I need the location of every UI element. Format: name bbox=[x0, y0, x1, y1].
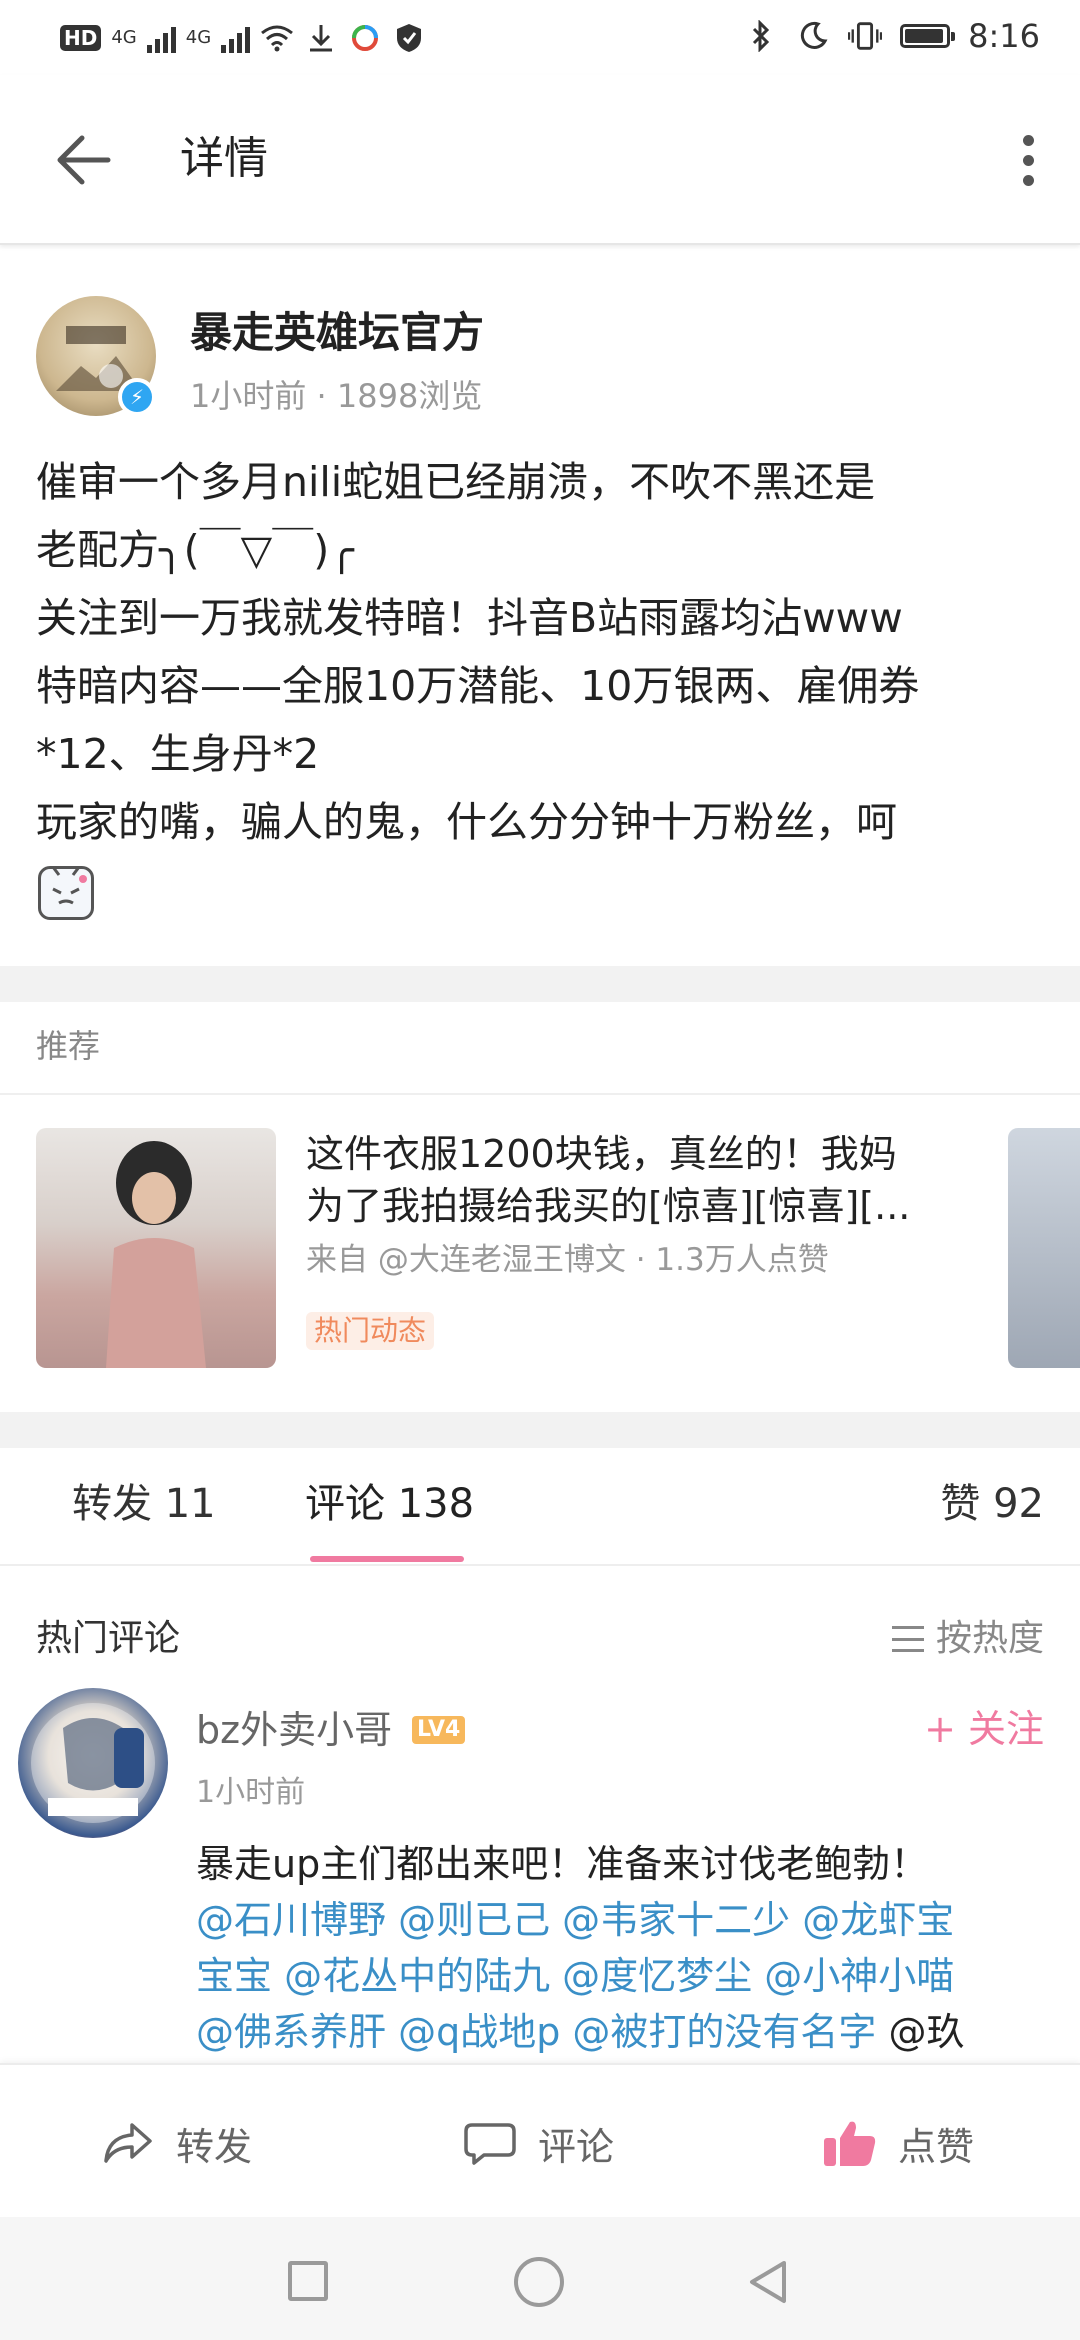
post-line: 玩家的嘴，骗人的鬼，什么分分钟十万粉丝，呵 bbox=[36, 798, 897, 846]
vibrate-icon bbox=[848, 19, 883, 53]
status-left: HD 4G 4G bbox=[60, 18, 426, 58]
post-line: 老配方╮(￣▽￣)╭ bbox=[36, 526, 354, 574]
repost-button[interactable]: 转发 bbox=[100, 2113, 252, 2173]
more-button[interactable] bbox=[998, 120, 1058, 200]
clock: 8:16 bbox=[968, 17, 1040, 55]
status-bar: HD 4G 4G 8:16 bbox=[0, 0, 1080, 75]
comment-content: 暴走up主们都出来吧！准备来讨伐老鲍勃！ @石川博野 @则已己 @韦家十二少 @… bbox=[196, 1836, 1056, 2060]
share-arrow-icon bbox=[104, 2123, 152, 2163]
recommend-thumbnail[interactable] bbox=[36, 1128, 276, 1368]
comment-line-tail: @玖 bbox=[876, 2010, 965, 2054]
divider bbox=[0, 1564, 1080, 1566]
sort-button[interactable]: 按热度 bbox=[891, 1614, 1044, 1664]
post-line: *12、生身丹*2 bbox=[36, 730, 320, 778]
comment-mentions-row: @佛系养肝 @q战地p @被打的没有名字 @玖 bbox=[196, 2004, 1056, 2060]
bluetooth-icon bbox=[744, 19, 778, 53]
post-content: 催审一个多月nili蛇姐已经崩溃，不吹不黑还是 老配方╮(￣▽￣)╭ 关注到一万… bbox=[36, 448, 1046, 856]
post-line: 催审一个多月nili蛇姐已经崩溃，不吹不黑还是 bbox=[36, 458, 876, 506]
signal-icon bbox=[146, 23, 176, 53]
tab-comment[interactable]: 评论 138 bbox=[305, 1476, 474, 1532]
action-bar: 转发 评论 点赞 bbox=[0, 2063, 1080, 2219]
section-gap bbox=[0, 966, 1080, 1002]
recent-apps-icon[interactable] bbox=[288, 2261, 328, 2301]
more-vertical-icon bbox=[1022, 134, 1034, 146]
thumbnail-art bbox=[106, 1141, 206, 1368]
page-title: 详情 bbox=[180, 133, 268, 184]
moon-icon bbox=[796, 19, 830, 53]
comment-time: 1小时前 bbox=[196, 1775, 306, 1810]
hot-comments-title: 热门评论 bbox=[36, 1618, 181, 1659]
author-name[interactable]: 暴走英雄坛官方 bbox=[190, 306, 484, 360]
like-button[interactable]: 点赞 bbox=[822, 2113, 974, 2173]
download-icon bbox=[304, 21, 338, 55]
app-colorful-icon bbox=[348, 21, 382, 55]
recommend-item-title-2[interactable]: 为了我拍摄给我买的[惊喜][惊喜][... bbox=[306, 1180, 910, 1232]
thumbs-up-icon bbox=[824, 2121, 876, 2166]
follow-button[interactable]: + 关注 bbox=[924, 1702, 1044, 1756]
active-tab-indicator bbox=[310, 1556, 464, 1562]
menu-lines-icon bbox=[891, 1626, 924, 1652]
recommend-thumbnail-next[interactable] bbox=[1008, 1128, 1080, 1368]
title-bar: 详情 bbox=[0, 75, 1080, 245]
shield-icon bbox=[392, 21, 426, 55]
level-badge: LV4 bbox=[412, 1716, 466, 1744]
comment-label: 评论 bbox=[538, 2124, 615, 2169]
repost-label: 转发 bbox=[176, 2124, 253, 2169]
battery-icon bbox=[900, 24, 956, 48]
comment-line: 暴走up主们都出来吧！准备来讨伐老鲍勃！ bbox=[196, 1842, 929, 1886]
home-icon[interactable] bbox=[514, 2257, 564, 2307]
comment-mentions[interactable]: @石川博野 @则已己 @韦家十二少 @龙虾宝 bbox=[196, 1892, 1056, 1948]
nav-back-icon[interactable] bbox=[744, 2257, 794, 2307]
commenter-name[interactable]: bz外卖小哥 bbox=[196, 1704, 392, 1756]
sort-label: 按热度 bbox=[935, 1618, 1044, 1659]
signal-icon-2 bbox=[221, 23, 251, 53]
arrow-left-icon bbox=[57, 135, 111, 185]
emoji-sticker-icon bbox=[38, 866, 94, 920]
comment-mentions[interactable]: 宝宝 @花丛中的陆九 @度忆梦尘 @小神小喵 bbox=[196, 1948, 1056, 2004]
system-nav-bar bbox=[0, 2217, 1080, 2340]
post-line: 特暗内容——全服10万潜能、10万银两、雇佣券 bbox=[36, 662, 920, 710]
back-button[interactable] bbox=[50, 125, 120, 195]
commenter-avatar-art bbox=[31, 1703, 155, 1823]
recommend-title: 推荐 bbox=[36, 1027, 101, 1065]
comment-button[interactable]: 评论 bbox=[462, 2113, 614, 2173]
comment-bubble-icon bbox=[464, 2123, 516, 2165]
recommend-item-source: 来自 @大连老湿王博文 · 1.3万人点赞 bbox=[306, 1242, 829, 1278]
verified-badge-icon: ⚡ bbox=[118, 378, 156, 416]
wifi-icon bbox=[260, 21, 294, 55]
commenter-avatar[interactable] bbox=[18, 1688, 168, 1838]
like-label: 点赞 bbox=[898, 2124, 975, 2169]
status-right: 8:16 bbox=[744, 14, 1040, 58]
post-meta: 1小时前 · 1898浏览 bbox=[190, 377, 483, 415]
section-gap bbox=[0, 1412, 1080, 1448]
recommend-item-title-1[interactable]: 这件衣服1200块钱，真丝的！我妈 bbox=[306, 1128, 897, 1180]
hot-tag-badge: 热门动态 bbox=[306, 1312, 435, 1350]
network-type-1: 4G bbox=[111, 27, 137, 48]
network-type-2: 4G bbox=[185, 27, 212, 48]
hd-badge: HD bbox=[60, 25, 102, 51]
divider bbox=[0, 1093, 1080, 1095]
post-line: 关注到一万我就发特暗！抖音B站雨露均沾www bbox=[36, 594, 903, 642]
tab-repost[interactable]: 转发 11 bbox=[72, 1476, 216, 1532]
comment-mentions[interactable]: @佛系养肝 @q战地p @被打的没有名字 bbox=[196, 2010, 876, 2054]
tab-like[interactable]: 赞 92 bbox=[940, 1476, 1044, 1532]
